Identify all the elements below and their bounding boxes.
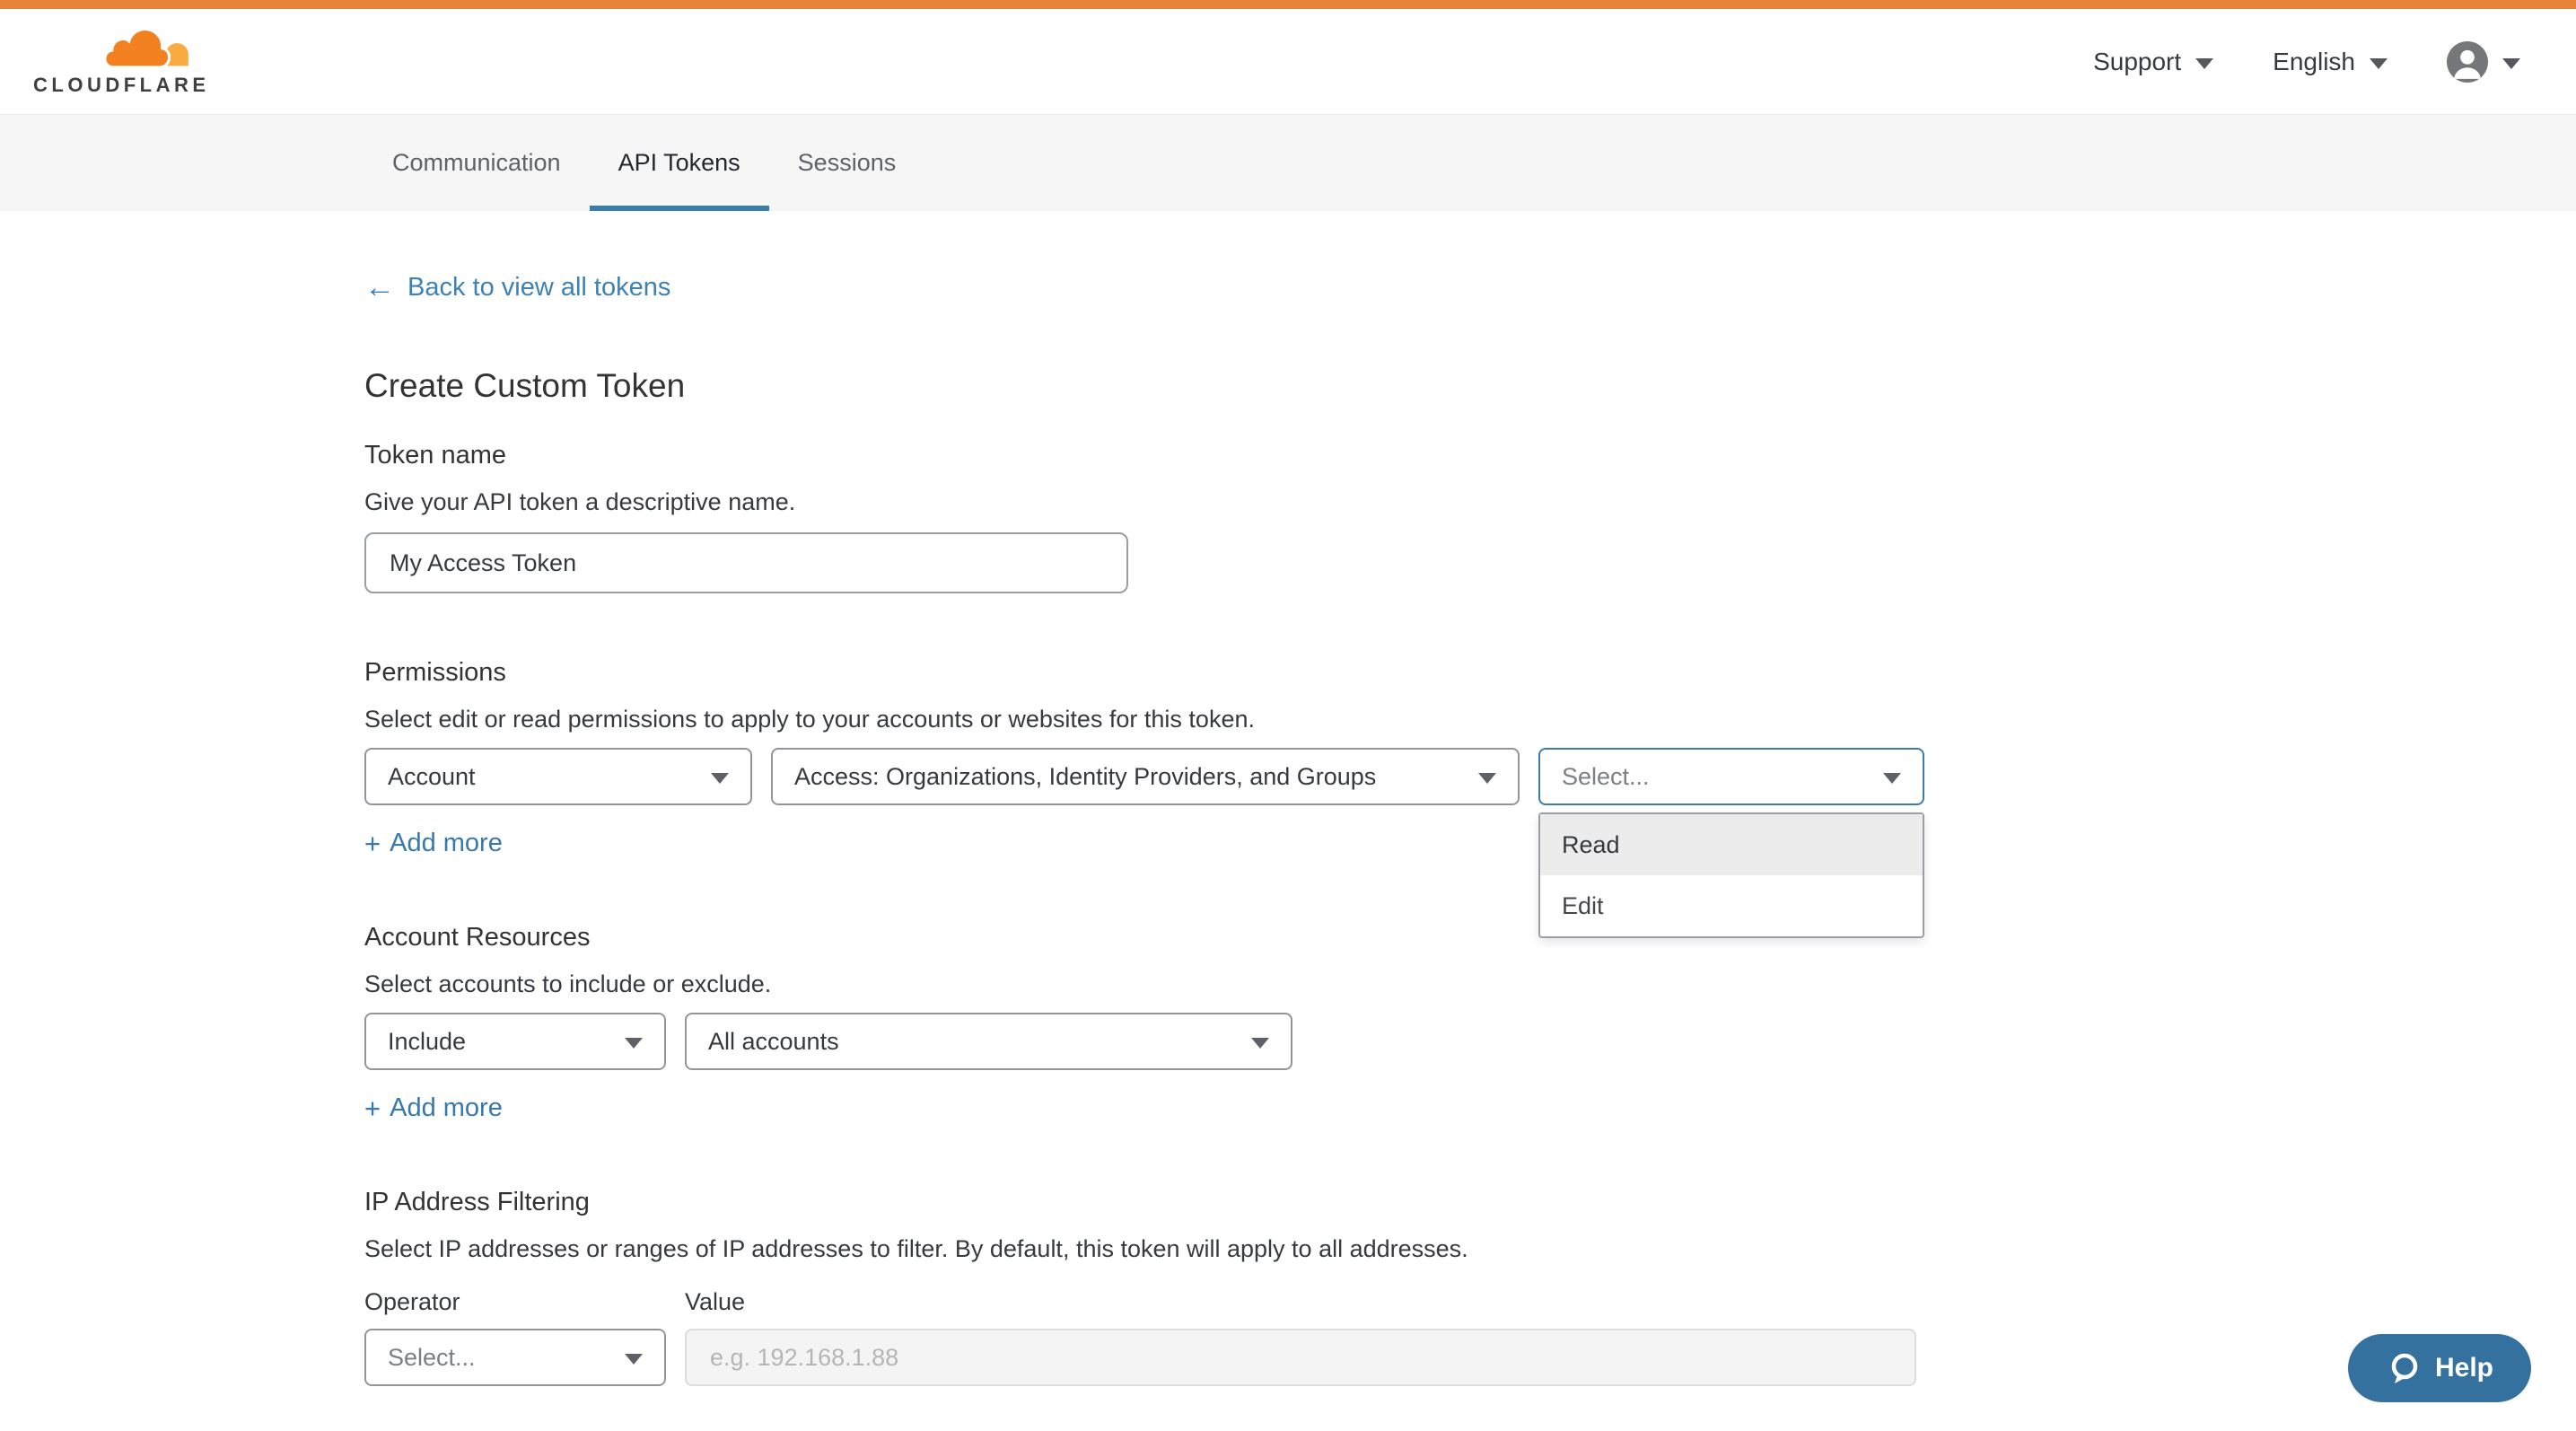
avatar-icon xyxy=(2447,41,2488,83)
chevron-down-icon xyxy=(1251,1038,1269,1049)
chevron-down-icon xyxy=(1478,773,1496,784)
profile-tabs: Communication API Tokens Sessions xyxy=(0,115,2576,211)
support-menu-label: Support xyxy=(2093,48,2181,76)
header-actions: Support English xyxy=(2093,41,2520,83)
app-header: CLOUDFLARE Support English xyxy=(0,9,2576,115)
chevron-down-icon xyxy=(2195,58,2213,69)
add-more-label: Add more xyxy=(390,1093,503,1123)
token-name-heading: Token name xyxy=(364,441,2576,470)
ip-filtering-labels: Operator Value xyxy=(364,1288,2576,1316)
permissions-add-more-link[interactable]: + Add more xyxy=(364,829,503,858)
permission-group-value: Access: Organizations, Identity Provider… xyxy=(794,763,1387,791)
back-link[interactable]: ← Back to view all tokens xyxy=(364,272,670,303)
ip-operator-placeholder: Select... xyxy=(388,1344,486,1372)
tab-sessions[interactable]: Sessions xyxy=(769,115,925,211)
back-link-label: Back to view all tokens xyxy=(407,273,670,303)
help-button-label: Help xyxy=(2435,1353,2493,1383)
chevron-down-icon xyxy=(2370,58,2388,69)
ip-filtering-description: Select IP addresses or ranges of IP addr… xyxy=(364,1235,2576,1263)
plus-icon: + xyxy=(364,1094,381,1122)
resource-mode-value: Include xyxy=(388,1028,477,1056)
permission-access-placeholder: Select... xyxy=(1562,763,1660,791)
ip-value-input[interactable] xyxy=(685,1329,1916,1386)
tab-api-tokens[interactable]: API Tokens xyxy=(590,115,769,211)
permission-access-select[interactable]: Select... Read Edit xyxy=(1538,748,1924,805)
back-arrow-icon: ← xyxy=(364,272,395,303)
chevron-down-icon xyxy=(1883,773,1901,784)
menu-option-edit[interactable]: Edit xyxy=(1540,875,1923,936)
permissions-heading: Permissions xyxy=(364,658,2576,688)
language-menu[interactable]: English xyxy=(2273,48,2388,76)
chevron-down-icon xyxy=(625,1038,643,1049)
add-more-label: Add more xyxy=(390,829,503,858)
ip-filtering-row: Select... xyxy=(364,1329,2576,1386)
create-token-form: ← Back to view all tokens Create Custom … xyxy=(0,211,2576,1386)
page-title: Create Custom Token xyxy=(364,367,2576,405)
menu-option-read[interactable]: Read xyxy=(1540,814,1923,875)
cloudflare-wordmark: CLOUDFLARE xyxy=(33,74,210,97)
account-menu[interactable] xyxy=(2447,41,2520,83)
chat-bubble-icon xyxy=(2386,1350,2422,1386)
cloudflare-logo[interactable]: CLOUDFLARE xyxy=(33,27,210,97)
chevron-down-icon xyxy=(2502,58,2520,69)
support-menu[interactable]: Support xyxy=(2093,48,2213,76)
cloudflare-cloud-icon xyxy=(98,27,191,74)
token-name-input[interactable] xyxy=(364,532,1128,593)
ip-filtering-heading: IP Address Filtering xyxy=(364,1188,2576,1217)
permission-group-select[interactable]: Access: Organizations, Identity Provider… xyxy=(771,748,1520,805)
value-label: Value xyxy=(685,1288,745,1316)
resource-accounts-select[interactable]: All accounts xyxy=(685,1013,1292,1070)
brand-accent-bar xyxy=(0,0,2576,9)
permission-access-menu: Read Edit xyxy=(1538,812,1924,938)
ip-operator-select[interactable]: Select... xyxy=(364,1329,666,1386)
account-resources-add-more-link[interactable]: + Add more xyxy=(364,1093,503,1123)
permission-scope-select[interactable]: Account xyxy=(364,748,752,805)
token-name-description: Give your API token a descriptive name. xyxy=(364,488,2576,516)
operator-label: Operator xyxy=(364,1288,685,1316)
permissions-row: Account Access: Organizations, Identity … xyxy=(364,748,2576,805)
account-resources-description: Select accounts to include or exclude. xyxy=(364,970,2576,998)
plus-icon: + xyxy=(364,830,381,857)
account-resources-heading: Account Resources xyxy=(364,923,2576,953)
resource-mode-select[interactable]: Include xyxy=(364,1013,666,1070)
chevron-down-icon xyxy=(625,1354,643,1365)
permissions-description: Select edit or read permissions to apply… xyxy=(364,706,2576,733)
permission-scope-value: Account xyxy=(388,763,486,791)
language-menu-label: English xyxy=(2273,48,2355,76)
help-button[interactable]: Help xyxy=(2348,1334,2531,1402)
chevron-down-icon xyxy=(711,773,729,784)
account-resources-row: Include All accounts xyxy=(364,1013,2576,1070)
tab-communication[interactable]: Communication xyxy=(364,115,590,211)
resource-accounts-value: All accounts xyxy=(708,1028,850,1056)
